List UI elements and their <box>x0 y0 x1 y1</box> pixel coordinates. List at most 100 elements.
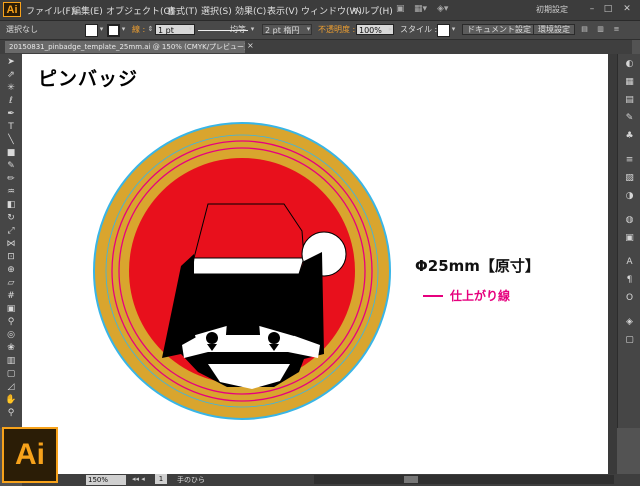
graphic-styles-icon[interactable]: ▣ <box>622 232 637 244</box>
zoom-icon[interactable]: ⚲ <box>3 407 19 419</box>
slice-icon[interactable]: ◿ <box>3 381 19 393</box>
shape-builder-icon[interactable]: ⊕ <box>3 264 19 276</box>
artboards-icon[interactable]: ▢ <box>622 334 637 346</box>
gradient-panel-icon[interactable]: ▨ <box>622 172 637 184</box>
profile-dropdown-icon[interactable]: ▾ <box>248 24 257 35</box>
fill-dropdown-icon[interactable]: ▾ <box>97 24 106 35</box>
brushes-icon[interactable]: ✎ <box>622 112 637 124</box>
perspective-icon[interactable]: ▱ <box>3 277 19 289</box>
selection-tool-icon[interactable]: ➤ <box>3 56 19 68</box>
pencil-icon[interactable]: ✏ <box>3 173 19 185</box>
horizontal-scrollbar[interactable] <box>314 475 614 484</box>
stroke-weight-dropdown-icon[interactable]: ▾ <box>186 24 195 35</box>
type-icon[interactable]: T <box>3 121 19 133</box>
illustrator-logo: Ai <box>2 427 58 483</box>
layers-icon[interactable]: ◈ <box>622 316 637 328</box>
eraser-icon[interactable]: ◧ <box>3 199 19 211</box>
cat-right-pupil <box>268 332 280 344</box>
santa-hat-brim <box>191 257 305 275</box>
document-tab[interactable]: 20150831_pinbadge_template_25mm.ai @ 150… <box>5 41 245 53</box>
menu-edit[interactable]: 編集(E) <box>72 4 103 17</box>
scale-icon[interactable]: ⤢ <box>3 225 19 237</box>
width-icon[interactable]: ⋈ <box>3 238 19 250</box>
magic-wand-icon[interactable]: ✳ <box>3 82 19 94</box>
free-transform-icon[interactable]: ⊡ <box>3 251 19 263</box>
direct-selection-icon[interactable]: ⇗ <box>3 69 19 81</box>
blend-icon[interactable]: ◎ <box>3 329 19 341</box>
opacity-label[interactable]: 不透明度 : <box>318 24 355 36</box>
paragraph-icon[interactable]: ¶ <box>622 274 637 286</box>
profile-label[interactable]: 均等 <box>230 24 246 36</box>
sync-icon[interactable]: ◈▾ <box>437 4 448 14</box>
stroke-dropdown-icon[interactable]: ▾ <box>119 24 128 35</box>
status-bar: 150% ◂◂ ◂ 1 手のひら <box>22 474 640 486</box>
preferences-button[interactable]: 環境設定 <box>533 24 575 35</box>
panel-dock: ◐ ▦ ▤ ✎ ♣ ≡ ▨ ◑ ◍ ▣ A ¶ O ◈ ▢ <box>617 54 640 428</box>
artboard-icon[interactable]: ▢ <box>3 368 19 380</box>
maximize-icon[interactable]: □ <box>601 3 615 16</box>
bridge-icon[interactable]: ▣ <box>396 4 405 14</box>
santa-hat <box>193 203 305 259</box>
color-panel-icon[interactable]: ◐ <box>622 58 637 70</box>
symbols-icon[interactable]: ♣ <box>622 130 637 142</box>
pen-icon[interactable]: ✒ <box>3 108 19 120</box>
minimize-icon[interactable]: – <box>585 3 599 16</box>
transform-icon[interactable]: ▥ <box>596 24 605 35</box>
app-logo: Ai <box>3 2 21 17</box>
lasso-icon[interactable]: ℓ <box>3 95 19 107</box>
artboard[interactable]: ピンバッジ Φ25mm【原寸】 仕上がり線 <box>22 54 608 474</box>
brush-dropdown-icon[interactable]: ▾ <box>304 24 313 35</box>
trim-line-legend-label: 仕上がり線 <box>450 289 511 303</box>
align-icon[interactable]: ▤ <box>580 24 589 35</box>
color-guide-icon[interactable]: ▦ <box>622 76 637 88</box>
artboard-nav-icon[interactable]: ◂◂ ◂ <box>132 475 145 483</box>
line-icon[interactable]: ╲ <box>3 134 19 146</box>
hand-icon[interactable]: ✋ <box>3 394 19 406</box>
transparency-icon[interactable]: ◑ <box>622 190 637 202</box>
workspace-switcher[interactable]: 初期設定 <box>536 4 568 15</box>
menu-help[interactable]: ヘルプ(H) <box>352 4 393 17</box>
menu-object[interactable]: オブジェクト(O) <box>106 4 174 17</box>
graph-icon[interactable]: ▥ <box>3 355 19 367</box>
zoom-field[interactable]: 150% <box>86 475 126 485</box>
paintbrush-icon[interactable]: ✎ <box>3 160 19 172</box>
menu-effect[interactable]: 効果(C) <box>235 4 266 17</box>
document-setup-button[interactable]: ドキュメント設定 <box>462 24 536 35</box>
stroke-stepper-icon[interactable]: ⇕ <box>146 24 155 35</box>
menu-select[interactable]: 選択(S) <box>201 4 232 17</box>
gradient-icon[interactable]: ▣ <box>3 303 19 315</box>
menu-file[interactable]: ファイル(F) <box>26 4 74 17</box>
panel-menu-icon[interactable]: ≡ <box>612 24 621 35</box>
mesh-icon[interactable]: # <box>3 290 19 302</box>
style-dropdown-icon[interactable]: ▾ <box>449 24 458 35</box>
rotate-icon[interactable]: ↻ <box>3 212 19 224</box>
character-icon[interactable]: A <box>622 256 637 268</box>
menu-type[interactable]: 書式(T) <box>167 4 198 17</box>
tools-panel: ➤ ⇗ ✳ ℓ ✒ T ╲ ■ ✎ ✏ ♒ ◧ ↻ ⤢ ⋈ ⊡ ⊕ ▱ # ▣ … <box>0 54 23 428</box>
tab-close-icon[interactable]: × <box>247 41 254 50</box>
close-icon[interactable]: ✕ <box>620 3 634 16</box>
artboard-number-field[interactable]: 1 <box>155 474 167 484</box>
badge-dimension-label: Φ25mm【原寸】 <box>415 257 540 275</box>
stroke-panel-icon[interactable]: ≡ <box>622 154 637 166</box>
swatches-icon[interactable]: ▤ <box>622 94 637 106</box>
trim-line-legend-swatch <box>423 295 443 297</box>
horizontal-scroll-thumb[interactable] <box>404 476 418 483</box>
current-tool-status[interactable]: 手のひら <box>177 475 205 485</box>
appearance-icon[interactable]: ◍ <box>622 214 637 226</box>
blob-brush-icon[interactable]: ♒ <box>3 186 19 198</box>
selection-status: 選択なし <box>6 25 38 34</box>
symbol-sprayer-icon[interactable]: ❀ <box>3 342 19 354</box>
eyedropper-icon[interactable]: ⚲ <box>3 316 19 328</box>
style-label: スタイル : <box>400 25 438 34</box>
stroke-label[interactable]: 線 : <box>132 24 145 36</box>
document-tab-bar: 20150831_pinbadge_template_25mm.ai @ 150… <box>0 40 632 54</box>
menu-view[interactable]: 表示(V) <box>267 4 298 17</box>
opacity-dropdown-icon[interactable]: ▸ <box>386 24 395 35</box>
opentype-icon[interactable]: O <box>622 292 637 304</box>
vertical-scrollbar[interactable] <box>608 54 617 474</box>
control-bar: 選択なし ▾ ▾ 線 : ⇕ 1 pt ▾ 均等 ▾ 2 pt 楕円 ▾ 不透明… <box>0 21 640 40</box>
cat-left-pupil <box>206 332 218 344</box>
rectangle-icon[interactable]: ■ <box>3 147 19 159</box>
arrange-icon[interactable]: ▦▾ <box>414 4 427 14</box>
